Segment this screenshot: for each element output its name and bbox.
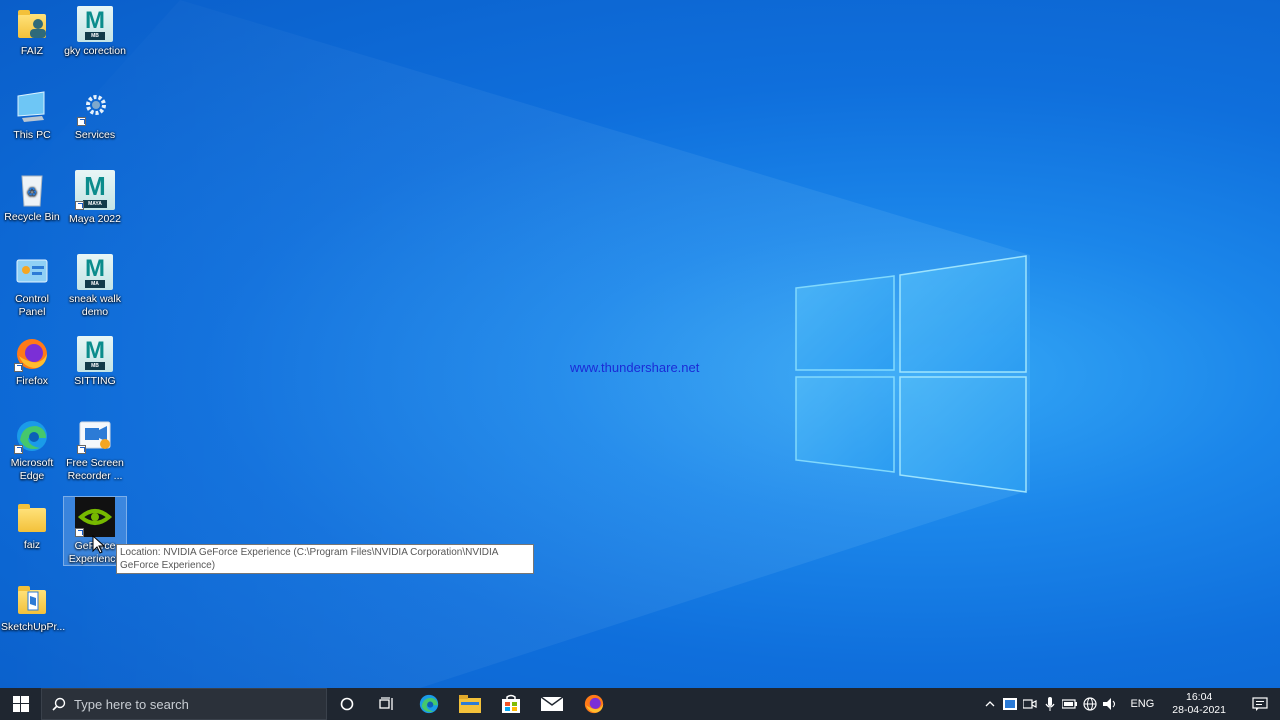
desktop-icon-label: Recycle Bin (4, 211, 60, 223)
desktop-icon-label: Services (74, 129, 116, 141)
desktop-icon-services[interactable]: Services (64, 90, 126, 142)
desktop-icon-label: Microsoft Edge (10, 457, 54, 482)
recycle-bin-icon: ♻ (14, 172, 50, 208)
desktop-icon-label: FAIZ (20, 45, 44, 57)
tray-microphone[interactable] (1040, 688, 1060, 720)
store-bag-icon (502, 694, 520, 713)
screen-recorder-icon (77, 418, 113, 454)
clock-date: 28-04-2021 (1172, 704, 1226, 716)
edge-icon (14, 418, 50, 454)
mouse-cursor-icon (92, 535, 106, 554)
maya-file-icon: M MB (77, 6, 113, 42)
screen-recorder-icon (1003, 698, 1018, 710)
folder-icon (14, 500, 50, 536)
watermark-text: www.thundershare.net (570, 360, 700, 375)
desktop-icon-label: Firefox (15, 375, 49, 387)
mail-icon (541, 696, 563, 711)
desktop-icon-sitting[interactable]: M MB SITTING (64, 336, 126, 388)
maya-file-icon: M MB (77, 336, 113, 372)
wallpaper-windows-logo (0, 0, 1030, 688)
svg-text:♻: ♻ (27, 185, 38, 199)
firefox-icon (14, 336, 50, 372)
gear-icon (77, 90, 113, 126)
taskbar: Type here to search ENG 16:04 28-04-2021 (0, 688, 1280, 720)
tray-volume[interactable] (1100, 688, 1120, 720)
desktop-icon-label: This PC (13, 129, 51, 141)
edge-icon (419, 694, 439, 714)
desktop-icon-control-panel[interactable]: Control Panel (1, 254, 63, 319)
desktop-icon-sketchup[interactable]: SketchUpPr... (1, 582, 66, 634)
desktop-icon-maya-2022[interactable]: M MAYA Maya 2022 (64, 170, 126, 226)
input-language-indicator[interactable]: ENG (1130, 698, 1154, 710)
sketchup-folder-icon (14, 582, 50, 618)
battery-icon (1062, 699, 1078, 709)
search-placeholder: Type here to search (74, 696, 189, 712)
desktop-icon-label: SketchUpPr... (1, 621, 66, 633)
globe-icon (1083, 697, 1098, 711)
search-icon (52, 697, 66, 711)
start-button[interactable] (0, 688, 41, 720)
user-folder-icon (14, 6, 50, 42)
desktop-icon-this-pc[interactable]: This PC (1, 90, 63, 142)
desktop-icon-label: gky corection (64, 45, 126, 57)
task-view-icon (379, 697, 393, 710)
firefox-icon (584, 694, 604, 714)
windows-logo-icon (12, 696, 29, 712)
desktop-icon-label: sneak walk demo (69, 293, 121, 318)
search-box[interactable]: Type here to search (41, 688, 327, 720)
nvidia-icon (75, 497, 115, 537)
action-center-button[interactable] (1240, 688, 1280, 720)
chevron-up-icon (985, 701, 995, 707)
location-tooltip: Location: NVIDIA GeForce Experience (C:\… (116, 544, 534, 574)
desktop-icon-faiz-subfolder[interactable]: faiz (1, 500, 63, 552)
desktop-icon-faiz-folder[interactable]: FAIZ (1, 6, 63, 58)
tray-power[interactable] (1060, 688, 1080, 720)
tray-meet-now[interactable] (1020, 688, 1040, 720)
desktop-icon-label: Control Panel (15, 293, 49, 318)
taskbar-edge[interactable] (409, 688, 449, 720)
tray-network[interactable] (1080, 688, 1100, 720)
control-panel-icon (14, 254, 50, 290)
tray-recorder[interactable] (1000, 688, 1020, 720)
desktop-icon-label: faiz (23, 539, 41, 551)
desktop-icon-gky-corection[interactable]: M MB gky corection (64, 6, 126, 58)
task-view-button[interactable] (367, 688, 407, 720)
notification-icon (1252, 697, 1268, 711)
taskbar-mail[interactable] (532, 688, 572, 720)
desktop-icon-label: Maya 2022 (69, 213, 121, 225)
desktop-icon-sneak-walk-demo[interactable]: M MA sneak walk demo (64, 254, 126, 319)
desktop-icon-free-screen-recorder[interactable]: Free Screen Recorder ... (64, 418, 126, 483)
system-tray: ENG 16:04 28-04-2021 (980, 688, 1280, 720)
camera-icon (1023, 699, 1038, 709)
cortana-button[interactable] (327, 688, 367, 720)
maya-file-icon: M MA (77, 254, 113, 290)
file-explorer-icon (459, 695, 481, 713)
desktop-icon-firefox[interactable]: Firefox (1, 336, 63, 388)
desktop-icon-label: Free Screen Recorder ... (66, 457, 124, 482)
taskbar-store[interactable] (491, 688, 531, 720)
show-hidden-icons-button[interactable] (980, 688, 1000, 720)
microphone-icon (1045, 697, 1055, 711)
taskbar-file-explorer[interactable] (450, 688, 490, 720)
clock-time: 16:04 (1186, 691, 1213, 703)
taskbar-firefox[interactable] (574, 688, 614, 720)
desktop-icon-label: SITTING (74, 375, 116, 387)
computer-icon (14, 90, 50, 126)
maya-app-icon: M MAYA (75, 170, 115, 210)
clock[interactable]: 16:04 28-04-2021 (1172, 691, 1226, 717)
desktop-icon-microsoft-edge[interactable]: Microsoft Edge (1, 418, 63, 483)
cortana-circle-icon (340, 697, 354, 711)
desktop-icon-recycle-bin[interactable]: ♻ Recycle Bin (1, 172, 63, 224)
speaker-icon (1103, 698, 1116, 710)
